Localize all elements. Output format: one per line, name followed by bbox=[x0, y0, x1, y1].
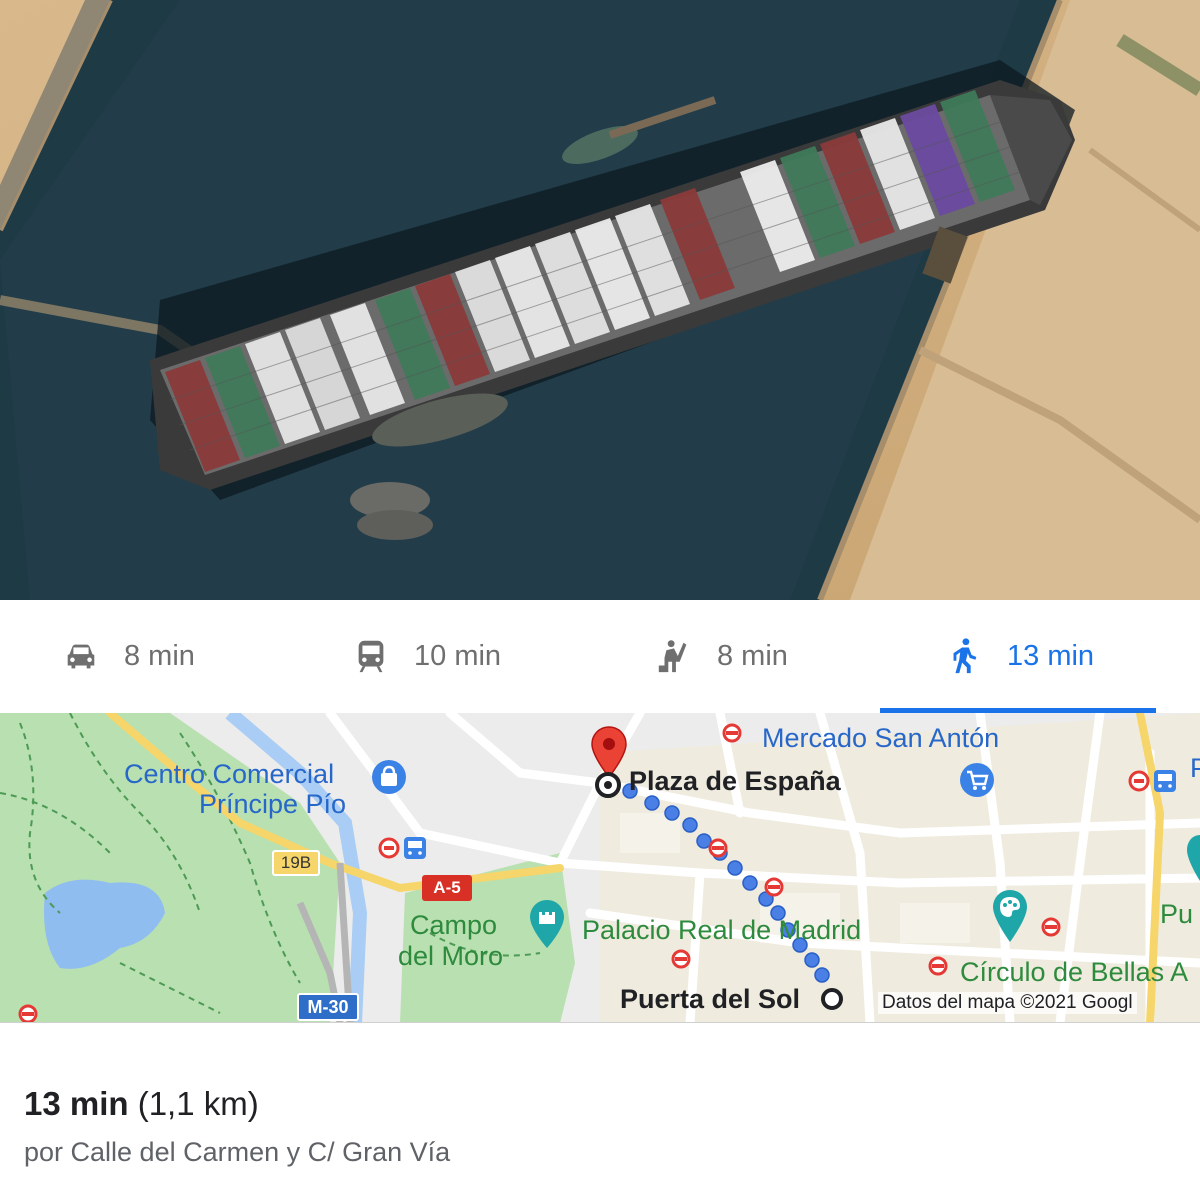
route-via: por Calle del Carmen y C/ Gran Vía bbox=[24, 1137, 451, 1167]
art-museum-icon[interactable] bbox=[990, 888, 1030, 944]
car-icon bbox=[67, 644, 95, 669]
label-mercado-san-anton: Mercado San Antón bbox=[762, 723, 1000, 753]
label-campo-2: del Moro bbox=[398, 941, 504, 971]
route-duration: 13 min bbox=[24, 1085, 129, 1122]
walking-icon bbox=[953, 638, 977, 674]
road-shield-a5: A-5 bbox=[422, 875, 472, 901]
metro-icon bbox=[928, 956, 948, 976]
label-centro-comercial-1: Centro Comercial bbox=[124, 759, 335, 789]
metro-train-station-icon-2[interactable] bbox=[1128, 768, 1180, 794]
label-edge-pu: Pu bbox=[1160, 899, 1194, 929]
route-distance: (1,1 km) bbox=[137, 1085, 259, 1122]
travel-mode-bar: 8 min 10 min 8 min 13 min bbox=[0, 600, 1200, 712]
travel-mode-car-time: 8 min bbox=[124, 639, 195, 672]
metro-train-station-icon[interactable] bbox=[378, 835, 430, 861]
metro-icon bbox=[671, 949, 691, 969]
label-campo-1: Campo bbox=[410, 910, 498, 940]
road-shield-m30: M-30 bbox=[297, 993, 359, 1021]
metro-icon bbox=[1041, 917, 1061, 937]
travel-mode-transit[interactable]: 10 min bbox=[352, 600, 501, 712]
shopping-bag-icon[interactable] bbox=[370, 758, 408, 796]
shopping-cart-icon[interactable] bbox=[958, 761, 996, 799]
plaza-espana-marker-icon bbox=[595, 772, 621, 798]
satellite-canal-ship-image bbox=[0, 0, 1200, 600]
satellite-image bbox=[0, 0, 1200, 600]
route-summary[interactable]: 13 min (1,1 km) por Calle del Carmen y C… bbox=[24, 1085, 450, 1168]
palace-landmark-icon[interactable] bbox=[527, 898, 567, 950]
label-circulo-bellas-artes: Círculo de Bellas A bbox=[960, 957, 1189, 987]
metro-icon bbox=[708, 838, 728, 858]
label-centro-comercial-2: Príncipe Pío bbox=[199, 789, 347, 819]
travel-mode-rideshare[interactable]: 8 min bbox=[655, 600, 788, 712]
travel-mode-walking[interactable]: 13 min bbox=[945, 600, 1094, 712]
travel-mode-walking-time: 13 min bbox=[1007, 639, 1095, 672]
label-plaza-espana: Plaza de España bbox=[629, 766, 841, 796]
route-duration-line: 13 min (1,1 km) bbox=[24, 1085, 450, 1123]
travel-mode-transit-time: 10 min bbox=[414, 639, 502, 672]
train-icon bbox=[358, 640, 384, 673]
rideshare-icon bbox=[658, 640, 687, 673]
travel-mode-car[interactable]: 8 min bbox=[62, 600, 195, 712]
route-map[interactable]: 19B A-5 M-30 Centro Comercial Príncipe P… bbox=[0, 713, 1200, 1023]
metro-icon bbox=[764, 877, 784, 897]
metro-icon bbox=[18, 1004, 38, 1022]
travel-mode-rideshare-time: 8 min bbox=[717, 639, 788, 672]
map-data-credit: Datos del mapa ©2021 Googl bbox=[878, 992, 1137, 1014]
metro-icon bbox=[722, 723, 742, 743]
road-shield-19b: 19B bbox=[272, 850, 320, 876]
edge-poi-icon bbox=[1187, 835, 1200, 881]
puerta-sol-marker-icon bbox=[821, 988, 843, 1010]
label-puerta-del-sol: Puerta del Sol bbox=[620, 984, 801, 1014]
label-edge-p: P bbox=[1190, 753, 1200, 784]
label-palacio-real: Palacio Real de Madrid bbox=[582, 915, 862, 945]
